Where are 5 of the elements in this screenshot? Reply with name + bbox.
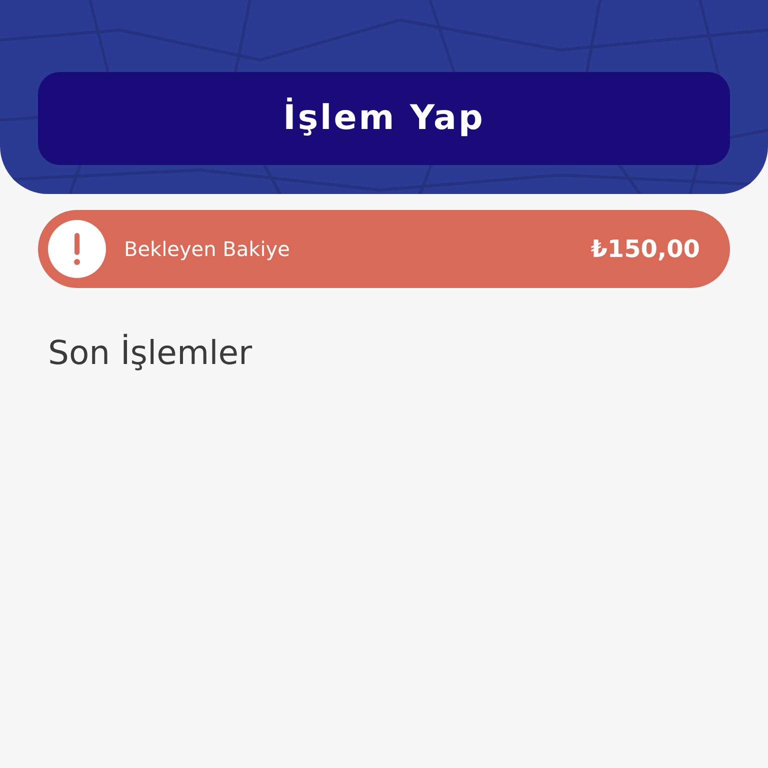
action-button[interactable]: İşlem Yap bbox=[38, 72, 730, 165]
pending-balance-amount: ₺150,00 bbox=[590, 234, 700, 265]
pending-balance-label: Bekleyen Bakiye bbox=[124, 236, 290, 263]
section-title: Son İşlemler bbox=[48, 332, 254, 374]
alert-icon bbox=[48, 220, 106, 278]
